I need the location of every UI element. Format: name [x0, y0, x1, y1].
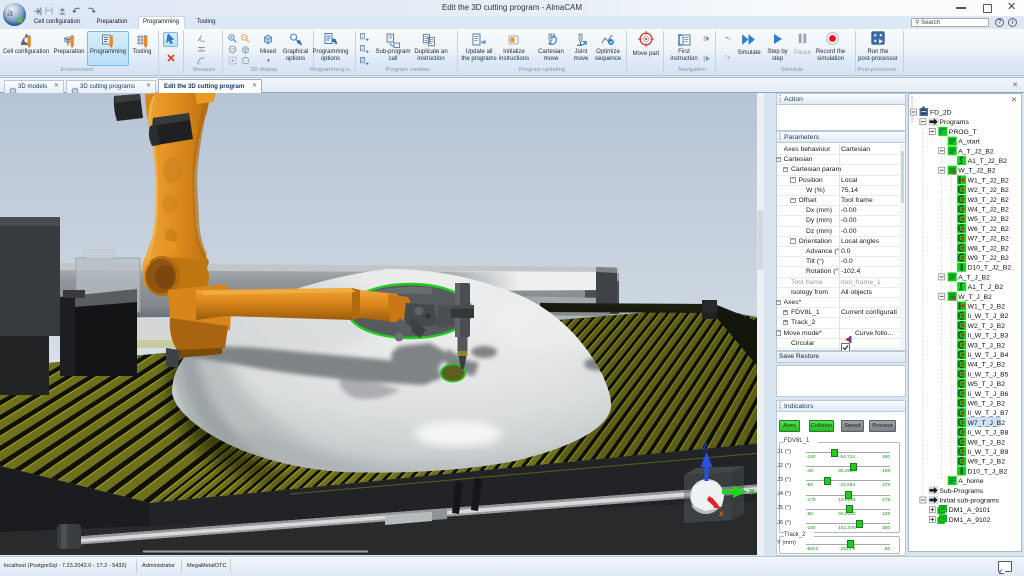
- svg-text:W8_T_J_B2: W8_T_J_B2: [968, 439, 1006, 446]
- svg-text:W6_T_J_B2: W6_T_J_B2: [968, 401, 1006, 408]
- svg-text:W7_T_J2_B2: W7_T_J2_B2: [968, 236, 1009, 243]
- svg-text:x: x: [719, 508, 724, 518]
- svg-text:Ii_W_T_J_B8: Ii_W_T_J_B8: [968, 430, 1009, 437]
- svg-text:Ii_W_T_J_B4: Ii_W_T_J_B4: [968, 352, 1009, 359]
- svg-text:t: t: [729, 36, 731, 41]
- svg-text:DM1_A_9102: DM1_A_9102: [949, 517, 991, 524]
- svg-text:W5_T_J2_B2: W5_T_J2_B2: [968, 216, 1009, 223]
- svg-text:Ii_W_T_J_B5: Ii_W_T_J_B5: [968, 371, 1009, 378]
- svg-text:Sub-Programs: Sub-Programs: [939, 488, 983, 495]
- svg-text:Ii_W_T_J_B2: Ii_W_T_J_B2: [968, 313, 1009, 320]
- svg-text:W9_T_J2_B2: W9_T_J2_B2: [968, 255, 1009, 262]
- svg-text:W_T_J2_B2: W_T_J2_B2: [958, 168, 996, 175]
- svg-text:Ii_W_T_J_B6: Ii_W_T_J_B6: [968, 391, 1009, 398]
- svg-text:W2_T_J_B2: W2_T_J_B2: [968, 323, 1006, 330]
- svg-text:W9_T_J_B2: W9_T_J_B2: [968, 459, 1006, 466]
- svg-text:W4_T_J2_B2: W4_T_J2_B2: [968, 207, 1009, 214]
- svg-text:Ii_W_T_J_B3: Ii_W_T_J_B3: [968, 333, 1009, 340]
- svg-text:A1_T_J_B2: A1_T_J_B2: [968, 284, 1004, 291]
- svg-text:W6_T_J2_B2: W6_T_J2_B2: [968, 226, 1009, 233]
- svg-text:D10_T_J_B2: D10_T_J_B2: [968, 468, 1008, 475]
- svg-text:A_home: A_home: [958, 478, 984, 485]
- svg-text:W1_T_J2_B2: W1_T_J2_B2: [968, 177, 1009, 184]
- svg-text:W5_T_J_B2: W5_T_J_B2: [968, 381, 1006, 388]
- svg-text:A1_T_J2_B2: A1_T_J2_B2: [968, 158, 1008, 165]
- svg-text:DM1_A_9101: DM1_A_9101: [949, 507, 991, 514]
- svg-text:W2_T_J2_B2: W2_T_J2_B2: [968, 187, 1009, 194]
- svg-text:A_T_J2_B2: A_T_J2_B2: [958, 148, 994, 155]
- svg-text:W8_T_J2_B2: W8_T_J2_B2: [968, 245, 1009, 252]
- svg-text:Ii_W_T_J_B9: Ii_W_T_J_B9: [968, 449, 1009, 456]
- svg-text:FD_2D: FD_2D: [930, 110, 952, 117]
- svg-text:W3_T_J_B2: W3_T_J_B2: [968, 342, 1006, 349]
- svg-text:W4_T_J_B2: W4_T_J_B2: [968, 362, 1006, 369]
- svg-text:*: *: [725, 54, 727, 59]
- svg-text:Programs: Programs: [939, 119, 969, 126]
- svg-text:A_T_J_B2: A_T_J_B2: [958, 274, 990, 281]
- svg-text:W7_T_J_B2: W7_T_J_B2: [968, 420, 1006, 427]
- svg-text:W3_T_J2_B2: W3_T_J2_B2: [968, 197, 1009, 204]
- svg-text:W_T_J_B2: W_T_J_B2: [958, 294, 992, 301]
- svg-text:W1_T_J_B2: W1_T_J_B2: [968, 304, 1006, 311]
- svg-text:D10_T_J2_B2: D10_T_J2_B2: [968, 265, 1012, 272]
- svg-text:Z: Z: [702, 442, 708, 453]
- svg-text:Ii_W_T_J_B7: Ii_W_T_J_B7: [968, 410, 1009, 417]
- svg-text:A_start: A_start: [958, 139, 980, 146]
- svg-text:Y: Y: [749, 487, 755, 497]
- svg-text:PROG_T: PROG_T: [949, 129, 977, 136]
- svg-text:Initial sub-programs: Initial sub-programs: [939, 498, 999, 505]
